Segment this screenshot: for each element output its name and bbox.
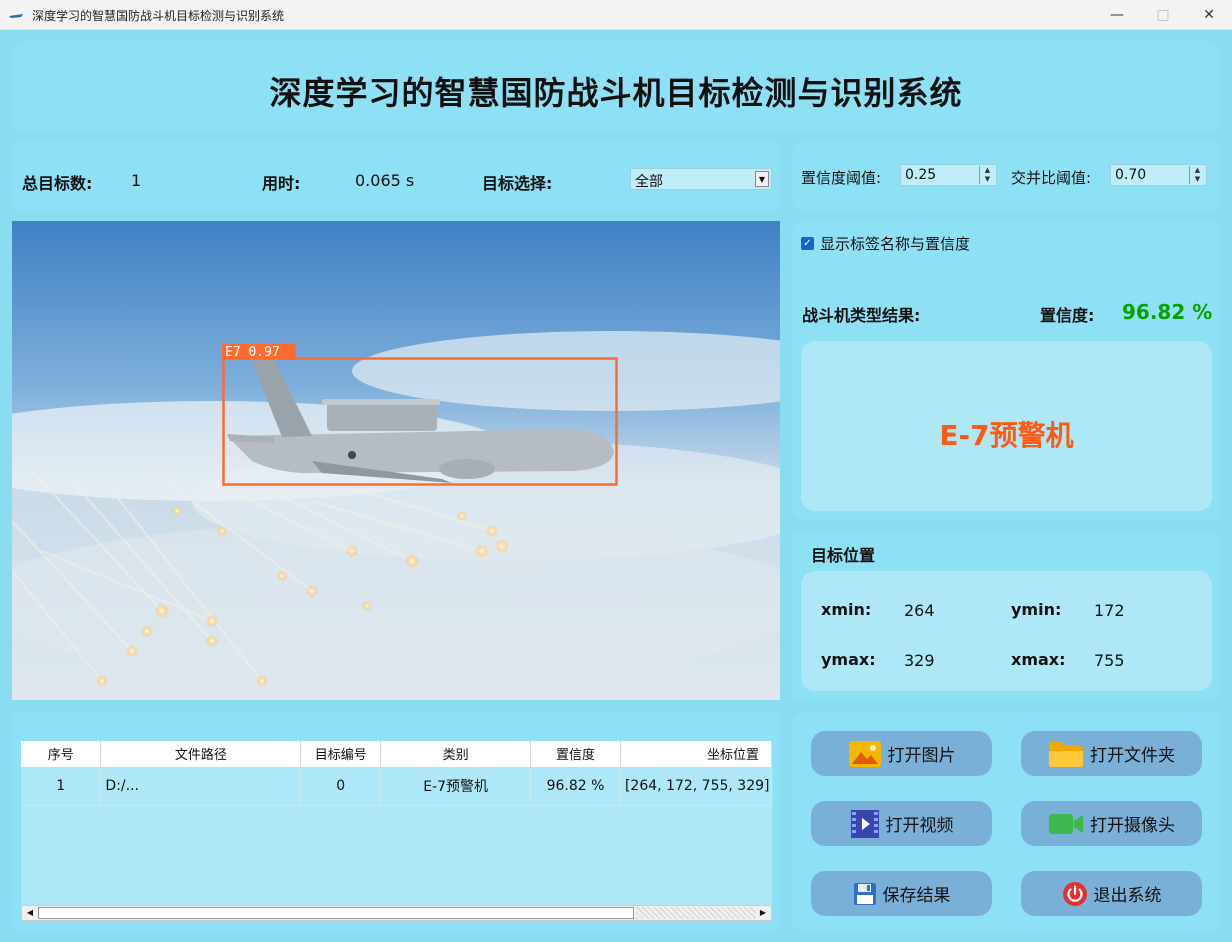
image-icon bbox=[848, 740, 881, 767]
conf-threshold-value: 0.25 bbox=[905, 167, 937, 183]
table-cell: [264, 172, 755, 329] bbox=[620, 767, 772, 806]
table-header[interactable]: 序号 bbox=[21, 741, 102, 768]
fighter-type-label: 战斗机类型结果: bbox=[802, 306, 921, 325]
table-header[interactable]: 目标编号 bbox=[300, 741, 382, 768]
power-icon bbox=[1062, 881, 1087, 906]
minimize-icon[interactable]: — bbox=[1094, 0, 1140, 30]
image-display: E7 0.97 bbox=[12, 221, 780, 700]
table-header[interactable]: 坐标位置 bbox=[620, 741, 772, 768]
scrollbar-track[interactable] bbox=[636, 907, 756, 919]
video-icon bbox=[850, 809, 879, 838]
scroll-left-icon[interactable]: ◀ bbox=[23, 907, 37, 919]
table-cell: 0 bbox=[300, 767, 382, 806]
target-select-value: 全部 bbox=[635, 174, 663, 190]
open-camera-button[interactable]: 打开摄像头 bbox=[1021, 801, 1202, 846]
table-cell: E-7预警机 bbox=[380, 767, 532, 806]
position-title: 目标位置 bbox=[811, 546, 876, 565]
table-cell: 96.82 % bbox=[530, 767, 621, 806]
save-icon bbox=[853, 882, 876, 905]
time-value: 0.065 s bbox=[355, 171, 415, 190]
total-targets-label: 总目标数: bbox=[22, 174, 93, 193]
open-video-label: 打开视频 bbox=[885, 816, 954, 836]
table-header[interactable]: 置信度 bbox=[530, 741, 621, 768]
table-header[interactable]: 类别 bbox=[380, 741, 532, 768]
title-bar: 深度学习的智慧国防战斗机目标检测与识别系统 — □ ✕ bbox=[0, 0, 1232, 30]
folder-icon bbox=[1049, 741, 1083, 767]
horizontal-scrollbar[interactable]: ◀ ▶ bbox=[21, 905, 772, 921]
xmin-label: xmin: bbox=[821, 600, 872, 619]
scrollbar-thumb[interactable] bbox=[38, 907, 634, 919]
position-box bbox=[801, 571, 1212, 691]
ymin-label: ymin: bbox=[1011, 600, 1062, 619]
table-cell: 1 bbox=[21, 767, 102, 806]
chevron-down-icon: ▼ bbox=[755, 171, 769, 187]
detection-image: E7 0.97 bbox=[12, 221, 780, 700]
page-title: 深度学习的智慧国防战斗机目标检测与识别系统 bbox=[269, 74, 963, 112]
detection-box-label: E7 0.97 bbox=[225, 345, 280, 360]
checkbox-check-icon[interactable]: ✓ bbox=[801, 237, 814, 250]
iou-threshold-spinbox[interactable]: 0.70 ▲ ▼ bbox=[1110, 164, 1207, 186]
time-label: 用时: bbox=[262, 174, 301, 193]
confidence-label: 置信度: bbox=[1040, 306, 1095, 325]
show-label-text: 显示标签名称与置信度 bbox=[820, 235, 971, 253]
show-label-checkbox[interactable]: ✓ 显示标签名称与置信度 bbox=[801, 233, 970, 254]
open-video-button[interactable]: 打开视频 bbox=[811, 801, 992, 846]
scroll-right-icon[interactable]: ▶ bbox=[756, 907, 770, 919]
save-result-button[interactable]: 保存结果 bbox=[811, 871, 992, 916]
close-icon[interactable]: ✕ bbox=[1186, 0, 1232, 30]
table-row[interactable]: 1 D:/... 0 E-7预警机 96.82 % [264, 172, 755… bbox=[21, 767, 772, 806]
open-camera-label: 打开摄像头 bbox=[1090, 816, 1175, 836]
camera-icon bbox=[1049, 813, 1083, 834]
open-image-button[interactable]: 打开图片 bbox=[811, 731, 992, 776]
exit-system-label: 退出系统 bbox=[1093, 886, 1162, 906]
open-folder-button[interactable]: 打开文件夹 bbox=[1021, 731, 1202, 776]
maximize-icon[interactable]: □ bbox=[1140, 0, 1186, 30]
target-select-dropdown[interactable]: 全部 ▼ bbox=[630, 168, 772, 190]
conf-threshold-spinbox[interactable]: 0.25 ▲ ▼ bbox=[900, 164, 997, 186]
xmax-label: xmax: bbox=[1011, 650, 1066, 669]
exit-system-button[interactable]: 退出系统 bbox=[1021, 871, 1202, 916]
ymax-value: 329 bbox=[904, 651, 935, 670]
open-image-label: 打开图片 bbox=[887, 746, 956, 766]
save-result-label: 保存结果 bbox=[882, 886, 951, 906]
ymin-value: 172 bbox=[1094, 601, 1125, 620]
table-cell: D:/... bbox=[100, 767, 302, 806]
window-title: 深度学习的智慧国防战斗机目标检测与识别系统 bbox=[32, 9, 285, 23]
spin-arrows-icon[interactable]: ▲ ▼ bbox=[1189, 166, 1205, 184]
xmin-value: 264 bbox=[904, 601, 935, 620]
total-targets-value: 1 bbox=[131, 171, 142, 190]
conf-threshold-label: 置信度阈值: bbox=[801, 169, 882, 187]
iou-threshold-value: 0.70 bbox=[1115, 167, 1147, 183]
confidence-value: 96.82 % bbox=[1122, 300, 1213, 324]
class-result-text: E-7预警机 bbox=[939, 419, 1074, 452]
results-table: 序号 文件路径 目标编号 类别 置信度 坐标位置 1 D:/... 0 E-7预… bbox=[21, 741, 772, 806]
spin-arrows-icon[interactable]: ▲ ▼ bbox=[979, 166, 995, 184]
target-select-label: 目标选择: bbox=[482, 174, 553, 193]
iou-threshold-label: 交并比阈值: bbox=[1011, 169, 1092, 187]
table-header[interactable]: 文件路径 bbox=[100, 741, 302, 768]
app-icon bbox=[9, 14, 23, 18]
open-folder-label: 打开文件夹 bbox=[1090, 746, 1175, 766]
xmax-value: 755 bbox=[1094, 651, 1125, 670]
ymax-label: ymax: bbox=[821, 650, 876, 669]
results-table-container: 序号 文件路径 目标编号 类别 置信度 坐标位置 1 D:/... 0 E-7预… bbox=[21, 741, 772, 921]
